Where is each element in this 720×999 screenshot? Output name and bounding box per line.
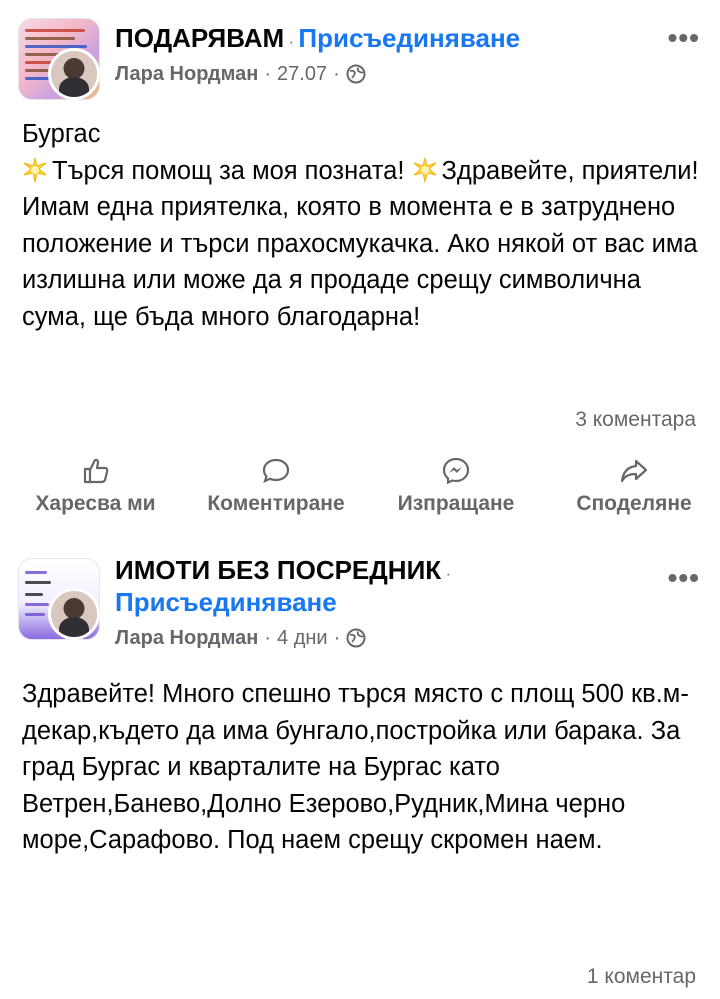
globe-icon (346, 64, 366, 84)
more-options-button[interactable]: ••• (668, 564, 700, 592)
separator: · (288, 34, 294, 51)
separator: · (333, 63, 340, 85)
comments-count[interactable]: 1 коментар (587, 965, 696, 989)
like-label: Харесва ми (35, 492, 156, 515)
separator: · (264, 627, 272, 649)
share-label: Споделяне (576, 492, 692, 515)
share-button[interactable]: Споделяне (564, 456, 704, 516)
separator: · (333, 627, 341, 649)
post-body: Бургас Търся помощ за моя позната! Здрав… (22, 116, 702, 335)
sparkle-emoji-icon (23, 157, 47, 182)
send-button[interactable]: Изпращане (386, 456, 526, 516)
comment-button[interactable]: Коментиране (196, 456, 356, 516)
comment-icon (262, 458, 290, 484)
action-bar: Харесва ми Коментиране Изпращане Споделя… (0, 456, 720, 526)
author-name[interactable]: Лара Нордман (115, 60, 258, 88)
sparkle-emoji-icon (413, 157, 436, 182)
user-avatar[interactable] (48, 48, 100, 100)
more-options-button[interactable]: ••• (668, 24, 700, 52)
join-link[interactable]: Присъединяване (115, 587, 337, 617)
post-time[interactable]: 27.07 (277, 60, 327, 88)
group-avatar[interactable] (18, 558, 100, 640)
post-line: Търся помощ за моя позната! Здравейте, п… (22, 156, 699, 331)
share-icon (620, 459, 648, 483)
group-name[interactable]: ПОДАРЯВАМ (115, 23, 284, 53)
user-avatar[interactable] (48, 588, 100, 640)
like-button[interactable]: Харесва ми (28, 456, 163, 516)
post-body: Здравейте! Много спешно търся място с пл… (22, 680, 689, 854)
post-line: Бургас (22, 120, 101, 148)
send-label: Изпращане (397, 492, 515, 515)
globe-icon (346, 628, 366, 648)
like-icon (83, 458, 108, 484)
post-time[interactable]: 4 дни (277, 624, 328, 652)
messenger-icon (442, 457, 470, 485)
separator: · (445, 566, 451, 583)
author-name[interactable]: Лара Нордман (115, 624, 258, 652)
comment-label: Коментиране (207, 492, 345, 515)
separator: · (264, 63, 272, 85)
join-link[interactable]: Присъединяване (298, 23, 520, 53)
group-name[interactable]: ИМОТИ БЕЗ ПОСРЕДНИК (115, 555, 441, 585)
group-avatar[interactable] (18, 18, 100, 100)
comments-count[interactable]: 3 коментара (575, 408, 696, 432)
